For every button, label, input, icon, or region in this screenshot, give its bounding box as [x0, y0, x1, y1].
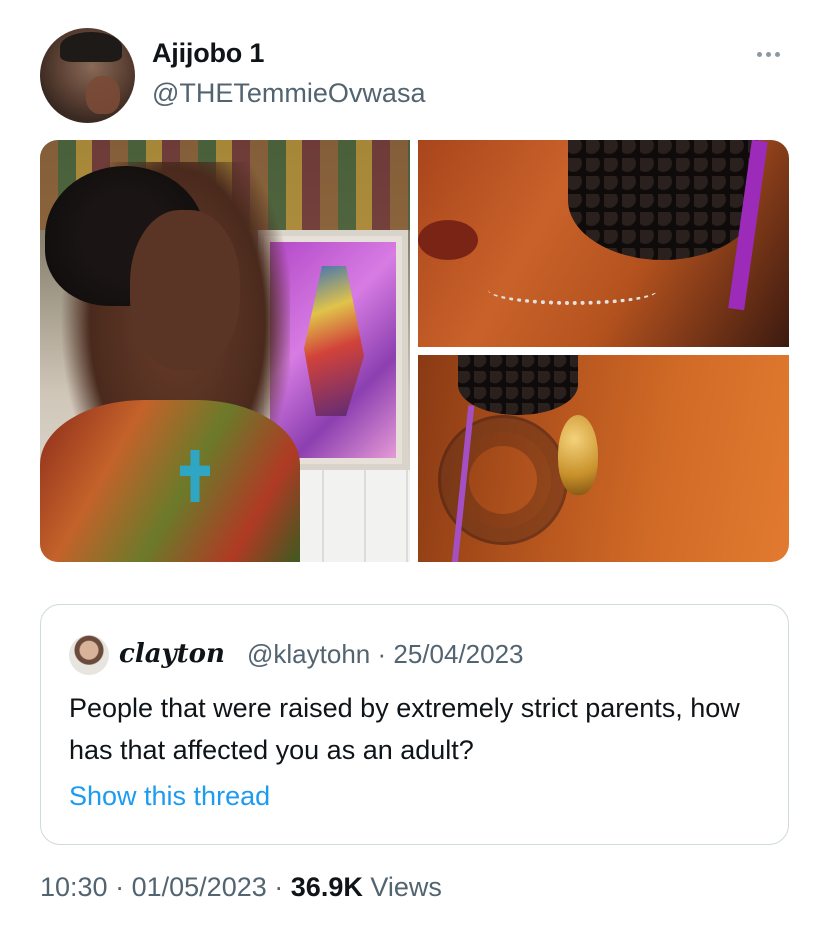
- quoted-tweet-text: People that were raised by extremely str…: [69, 693, 740, 765]
- photo-hair: [458, 355, 578, 415]
- media-grid: [40, 140, 789, 562]
- quoted-meta: @klaytohn · 25/04/2023: [247, 639, 524, 670]
- more-dots-icon: [774, 51, 780, 57]
- more-dots-icon: [765, 51, 771, 57]
- views-label[interactable]: Views: [370, 872, 442, 902]
- avatar-hand: [86, 76, 120, 114]
- quoted-meta-separator: ·: [377, 639, 387, 669]
- tweet-date[interactable]: 01/05/2023: [132, 872, 267, 902]
- show-thread-link[interactable]: Show this thread: [69, 781, 270, 812]
- author-display-name[interactable]: Ajijobo 1: [152, 38, 264, 69]
- quoted-author-name[interactable]: clayton: [119, 639, 225, 669]
- media-photo-3[interactable]: [418, 355, 789, 562]
- avatar-hair: [60, 32, 122, 62]
- footer-separator: ·: [115, 872, 125, 902]
- author-avatar[interactable]: [40, 28, 135, 123]
- photo-curls: [568, 140, 758, 260]
- tweet-footer: 10:30 · 01/05/2023 · 36.9K Views: [40, 872, 442, 903]
- photo-dress: [40, 400, 300, 562]
- quoted-date[interactable]: 25/04/2023: [393, 639, 523, 669]
- views-count[interactable]: 36.9K: [291, 872, 363, 902]
- quoted-author-avatar[interactable]: [69, 635, 109, 675]
- author-handle[interactable]: @THETemmieOvwasa: [152, 78, 425, 109]
- quoted-author-handle[interactable]: @klaytohn: [247, 639, 370, 669]
- tweet: Ajijobo 1 @THETemmieOvwasa clayton @klay…: [0, 0, 829, 929]
- footer-separator: ·: [274, 872, 284, 902]
- photo-face: [130, 210, 240, 370]
- photo-necklace: [488, 275, 658, 305]
- more-options-button[interactable]: [748, 42, 788, 66]
- photo-lips: [418, 220, 478, 260]
- media-photo-1[interactable]: [40, 140, 410, 562]
- photo-earring: [558, 415, 598, 495]
- quoted-tweet[interactable]: clayton @klaytohn · 25/04/2023 People th…: [40, 604, 789, 845]
- tweet-time[interactable]: 10:30: [40, 872, 108, 902]
- more-dots-icon: [756, 51, 762, 57]
- media-photo-2[interactable]: [418, 140, 789, 347]
